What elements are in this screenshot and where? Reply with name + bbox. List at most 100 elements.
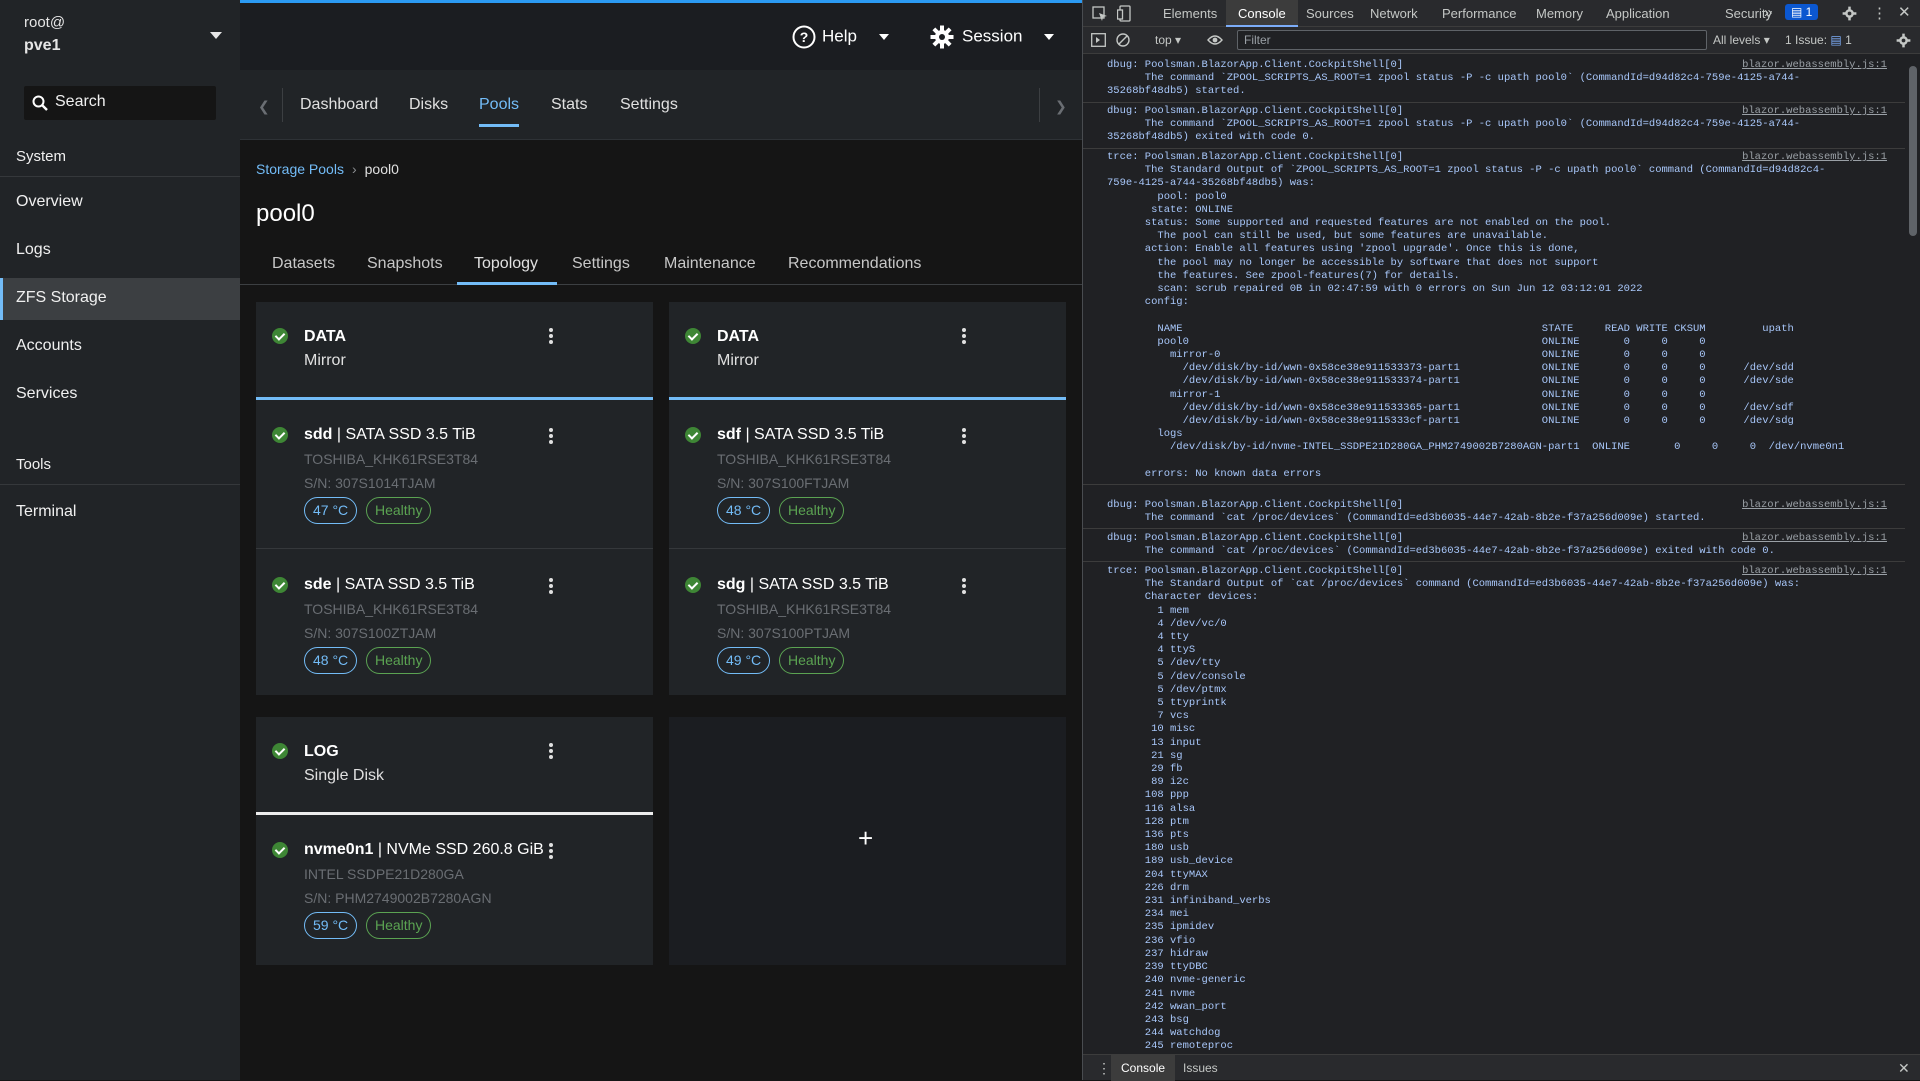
chevron-down-icon [878,34,889,40]
tab-maintenance[interactable]: Maintenance [664,255,756,273]
scroll-left-icon[interactable]: ❮ [258,98,270,115]
disk-desc: | SATA SSD 3.5 TiB [332,426,476,443]
disk-title: sdd | SATA SSD 3.5 TiB [304,426,476,444]
health-badge: Healthy [366,647,432,674]
devtools-tab-console[interactable]: Console [1226,0,1298,27]
inspect-element-icon[interactable] [1092,6,1108,22]
kebab-menu-icon[interactable] [549,843,553,859]
tab-pools[interactable]: Pools [479,96,520,127]
scroll-right-icon[interactable]: ❯ [1055,98,1067,115]
gear-icon[interactable] [1842,6,1857,21]
devtools-tab-elements[interactable]: Elements [1163,6,1217,21]
disk-title: sdg | SATA SSD 3.5 TiB [717,576,889,594]
chevron-down-icon: ▾ [1763,33,1770,47]
kebab-menu-icon[interactable] [549,328,553,344]
search-input[interactable]: Search [24,86,216,120]
close-icon[interactable]: ✕ [1898,1060,1910,1077]
sidebar-item-logs[interactable]: Logs [0,230,240,272]
tab-stats[interactable]: Stats [551,96,587,114]
devtools-tab-network[interactable]: Network [1370,6,1418,21]
kebab-menu-icon[interactable] [962,328,966,344]
devtools-panel: Elements Console Sources Network Perform… [1083,0,1920,1081]
sidebar-toggle-icon[interactable] [1091,33,1106,47]
sidebar-item-terminal[interactable]: Terminal [0,492,240,534]
scrollbar[interactable] [1906,54,1920,1054]
kebab-menu-icon[interactable] [962,428,966,444]
tab-settings[interactable]: Settings [620,96,678,114]
tab-pool-settings[interactable]: Settings [572,255,630,273]
devtools-tab-performance[interactable]: Performance [1442,6,1516,21]
divider [282,88,283,122]
tab-disks[interactable]: Disks [409,96,448,114]
vdev-type: DATA [304,328,347,345]
add-vdev-card[interactable]: + [669,717,1066,965]
session-menu[interactable]: Session [930,25,1055,49]
disk-title: sdf | SATA SSD 3.5 TiB [717,426,884,444]
source-link[interactable]: blazor.webassembly.js:1 [1742,565,1887,577]
devtools-tab-sources[interactable]: Sources [1306,6,1354,21]
sidebar-item-zfs-storage[interactable]: ZFS Storage [0,278,240,320]
console-filter-input[interactable]: Filter [1237,30,1707,50]
tab-recommendations[interactable]: Recommendations [788,255,921,273]
disk-serial: S/N: 307S100ZTJAM [304,625,437,641]
drawer-tab-console[interactable]: Console [1111,1055,1176,1081]
devtools-tab-application[interactable]: Application [1606,6,1670,21]
kebab-menu-icon[interactable] [549,743,553,759]
vdev-type: DATA [717,328,760,345]
chevron-down-icon [1044,34,1055,40]
tab-datasets[interactable]: Datasets [272,255,335,273]
check-circle-icon [272,743,288,759]
vdev-card-data-right: DATA Mirror sdf | SATA SSD 3.5 TiB TOSHI… [669,302,1066,695]
messages-badge[interactable]: ▤ 1 [1785,4,1819,20]
clear-console-icon[interactable] [1116,33,1130,47]
device-toolbar-icon[interactable] [1117,5,1133,22]
scrollbar-thumb[interactable] [1909,66,1917,236]
disk-name: nvme0n1 [304,841,374,858]
nav-heading-tools: Tools [16,456,52,473]
more-options-icon[interactable]: ⋮ [1872,4,1887,22]
chevron-down-icon[interactable] [210,32,222,39]
help-menu[interactable]: ? Help [792,25,889,49]
tab-snapshots[interactable]: Snapshots [367,255,443,273]
vdev-header [669,302,1066,400]
check-circle-icon [272,328,288,344]
kebab-menu-icon[interactable] [549,578,553,594]
messages-icon: ▤ [1791,5,1806,19]
sidebar-item-services[interactable]: Services [0,374,240,416]
more-tabs-icon[interactable]: » [1764,4,1772,21]
svg-text:?: ? [800,29,809,45]
drawer-tab-issues[interactable]: Issues [1183,1061,1218,1075]
source-link[interactable]: blazor.webassembly.js:1 [1742,105,1887,117]
host-switcher[interactable]: root@ pve1 [24,14,65,55]
more-options-icon[interactable]: ⋮ [1097,1060,1111,1077]
disk-model: INTEL SSDPE21D280GA [304,866,464,882]
eye-icon[interactable] [1207,34,1223,46]
close-icon[interactable]: ✕ [1898,3,1911,21]
devtools-tab-bar: Elements Console Sources Network Perform… [1083,0,1920,27]
source-link[interactable]: blazor.webassembly.js:1 [1742,151,1887,163]
vdev-layout: Single Disk [304,767,385,784]
kebab-menu-icon[interactable] [962,578,966,594]
issues-button[interactable]: 1 Issue: ▤ 1 [1785,33,1852,47]
log-levels-select[interactable]: All levels ▾ [1713,33,1770,47]
sidebar-item-accounts[interactable]: Accounts [0,326,240,368]
devtools-tab-memory[interactable]: Memory [1536,6,1583,21]
breadcrumb-storage-pools[interactable]: Storage Pools [256,161,344,177]
console-message: blazor.webassembly.js:1 dbug: Poolsman.Bl… [1083,55,1905,103]
source-link[interactable]: blazor.webassembly.js:1 [1742,59,1887,71]
source-link[interactable]: blazor.webassembly.js:1 [1742,532,1887,544]
kebab-menu-icon[interactable] [549,428,553,444]
divider [1039,88,1040,122]
context-select[interactable]: top ▾ [1155,33,1181,47]
tab-topology[interactable]: Topology [474,255,538,273]
tab-dashboard[interactable]: Dashboard [300,96,378,114]
tab-bar: ❮ Dashboard Disks Pools Stats Settings ❯ [240,70,1082,140]
sidebar-item-overview[interactable]: Overview [0,182,240,224]
divider [256,548,653,549]
add-icon[interactable]: + [858,823,873,854]
help-icon: ? [792,25,816,49]
source-link[interactable]: blazor.webassembly.js:1 [1742,499,1887,511]
main-content: ? Help Session ❮ Dashboard Disks Pools St… [240,0,1082,1080]
help-label: Help [822,26,857,46]
gear-icon[interactable] [1896,33,1911,48]
